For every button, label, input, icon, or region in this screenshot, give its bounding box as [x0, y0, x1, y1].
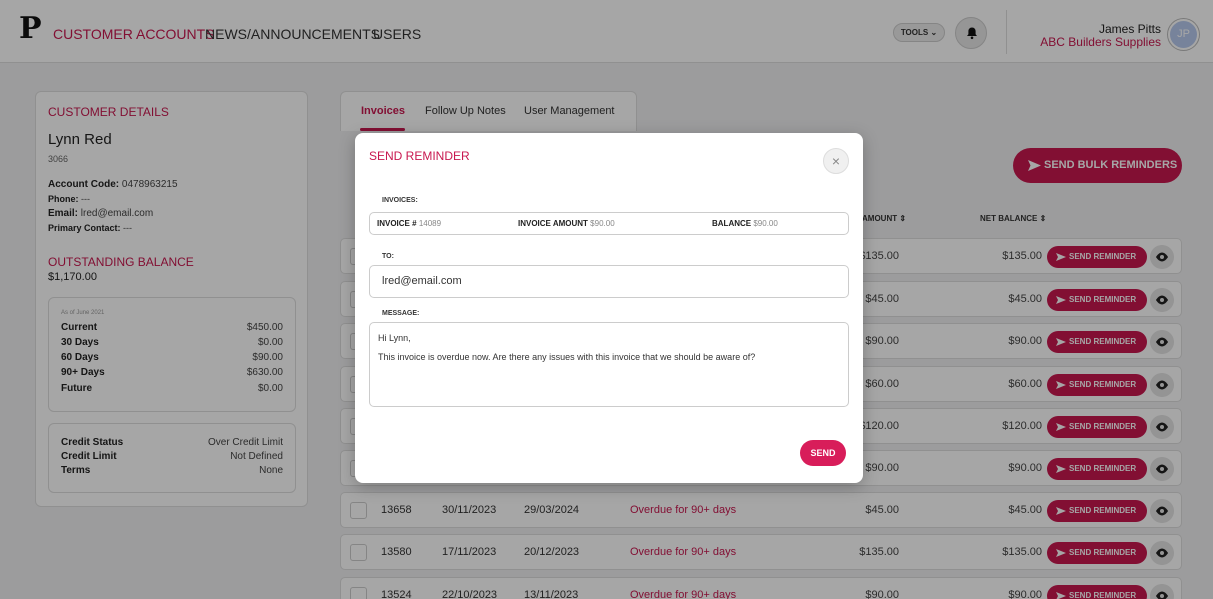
invoice-amount: $90.00 [590, 219, 615, 228]
message-body: This invoice is overdue now. Are there a… [378, 352, 756, 362]
send-reminder-modal: SEND REMINDER × INVOICES: INVOICE # 1408… [355, 133, 863, 483]
message-label: MESSAGE: [382, 310, 420, 317]
invoice-summary: INVOICE # 14089 INVOICE AMOUNT $90.00 BA… [369, 212, 849, 235]
message-greeting: Hi Lynn, [378, 333, 411, 343]
modal-title: SEND REMINDER [369, 149, 470, 163]
send-button[interactable]: SEND [800, 440, 846, 466]
close-icon[interactable]: × [823, 148, 849, 174]
message-field[interactable]: Hi Lynn, This invoice is overdue now. Ar… [369, 322, 849, 407]
invoices-label: INVOICES: [382, 197, 418, 204]
to-label: TO: [382, 253, 394, 260]
invoice-number: 14089 [418, 219, 442, 228]
to-field[interactable]: lred@email.com [369, 265, 849, 298]
invoice-balance: $90.00 [753, 219, 778, 228]
